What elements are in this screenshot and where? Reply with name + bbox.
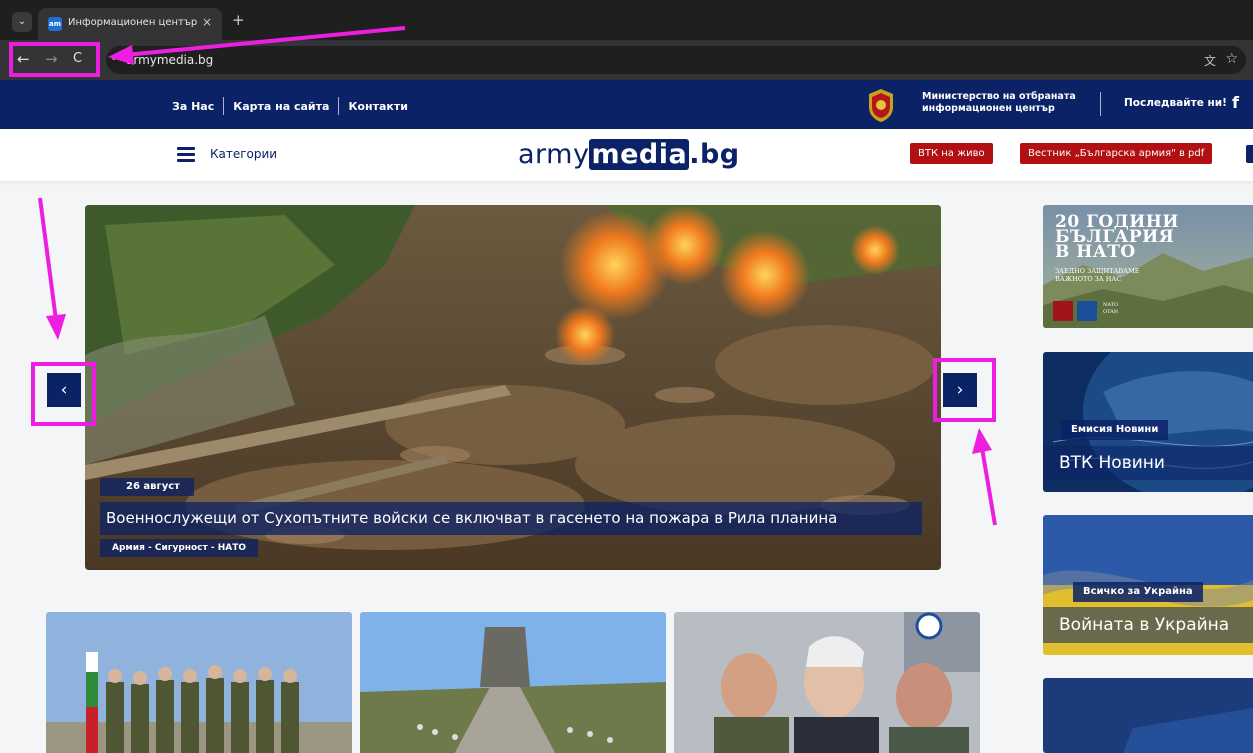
screen: ⌄ am Информационен център на М × + ← → C…: [0, 0, 1253, 753]
annotation-arrows: [38, 26, 997, 526]
